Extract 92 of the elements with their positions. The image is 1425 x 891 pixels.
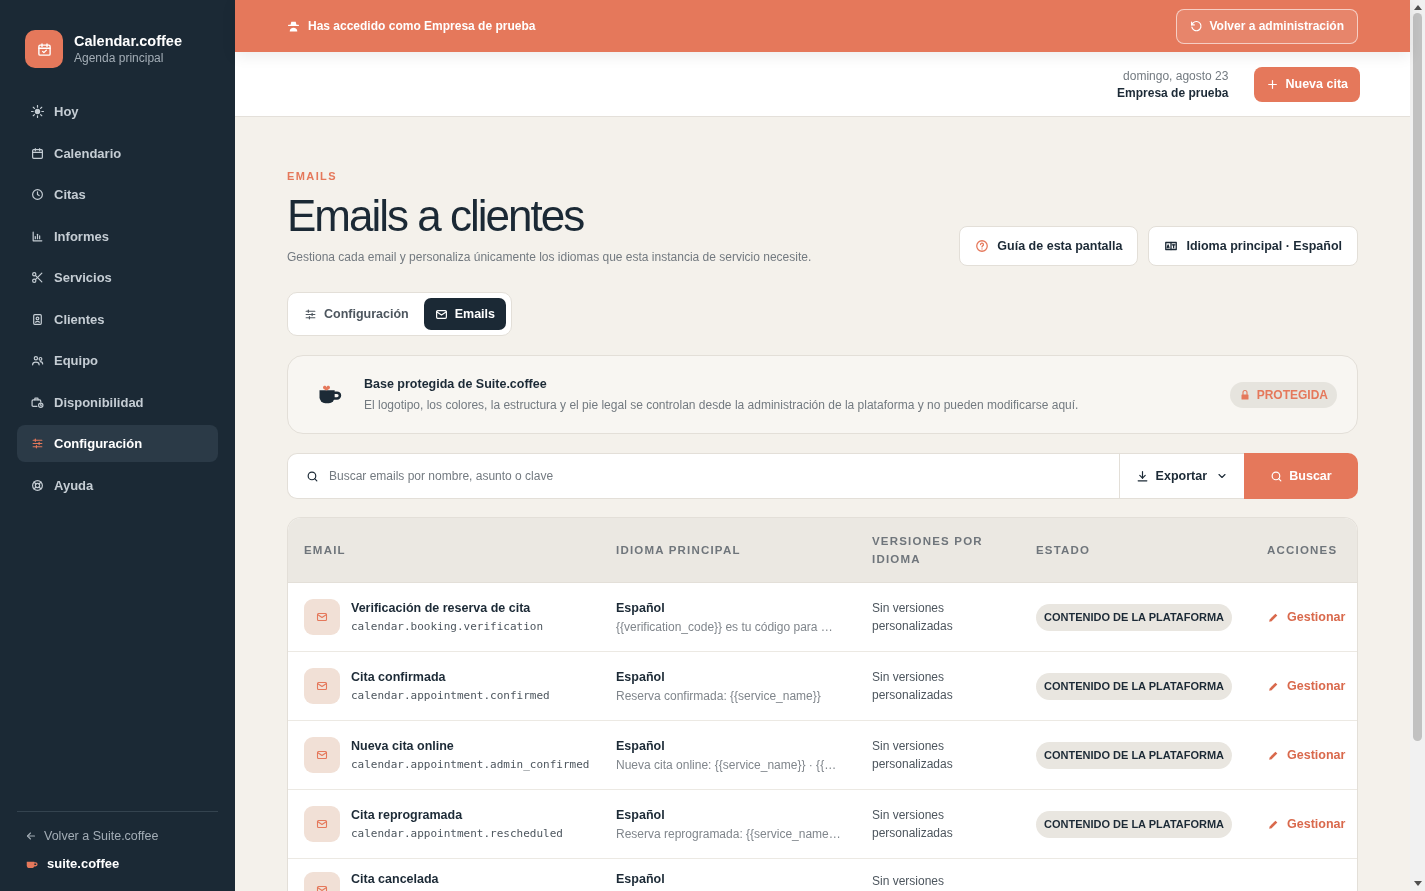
language-name: Español [616, 872, 665, 886]
bar-chart-icon [31, 229, 44, 243]
sidebar-item[interactable]: Hoy [17, 93, 218, 130]
scroll-down-icon [1413, 881, 1422, 886]
status-badge: CONTENIDO DE LA PLATAFORMA [1036, 741, 1233, 769]
versions-text: Sin versiones personalizadas [872, 738, 954, 773]
column-header: ESTADO [1036, 543, 1091, 558]
column-header: IDIOMA PRINCIPAL [616, 543, 741, 558]
header-action-button[interactable]: Idioma principal · Español [1148, 226, 1358, 266]
users-icon [31, 354, 44, 367]
language-name: Español [616, 600, 666, 615]
search-icon [306, 469, 319, 483]
language-name: Español [616, 807, 666, 822]
search-input[interactable]: Buscar emails por nombre, asunto o clave [329, 469, 1119, 483]
email-name: Cita cancelada [351, 872, 439, 886]
sun-icon [31, 105, 44, 118]
status-badge: CONTENIDO DE LA PLATAFORMA [1036, 603, 1233, 631]
current-date: domingo, agosto 23 [1123, 68, 1229, 83]
sidebar-item[interactable]: Servicios [17, 259, 218, 296]
sidebar-item[interactable]: Ayuda [17, 466, 218, 504]
sliders-icon [304, 307, 317, 321]
email-key: calendar.appointment.confirmed [351, 689, 550, 702]
email-name: Nueva cita online [351, 739, 455, 753]
envelope-icon [304, 668, 340, 704]
email-name: Cita reprogramada [351, 808, 464, 822]
sidebar-item[interactable]: Clientes [17, 300, 218, 338]
notice-title: Base protegida de Suite.coffee [364, 377, 548, 391]
envelope-icon [434, 307, 448, 321]
app-name: Calendar.coffee [74, 33, 182, 49]
calendar-icon [31, 146, 44, 160]
section-label: EMAILS [287, 169, 338, 183]
contact-card-icon [31, 312, 44, 326]
language-name: Español [616, 738, 666, 753]
versions-text: Sin versiones [872, 873, 946, 890]
email-key: calendar.appointment.rescheduled [351, 827, 563, 840]
sidebar-item[interactable]: Calendario [17, 134, 218, 172]
briefcase-clock-icon [31, 395, 44, 409]
sidebar-item[interactable]: Disponibilidad [17, 383, 218, 421]
export-button[interactable]: Exportar [1118, 453, 1244, 499]
help-icon [975, 239, 990, 253]
tab[interactable]: Configuración [293, 298, 420, 330]
search-icon [1270, 469, 1284, 483]
app-subtitle: Agenda principal [74, 51, 165, 65]
banner-text: Has accedido como Empresa de prueba [308, 19, 536, 33]
language-icon [1164, 239, 1179, 253]
versions-text: Sin versiones personalizadas [872, 807, 954, 842]
subject-preview: Reserva confirmada: {{service_name}} [616, 688, 821, 703]
sidebar-item[interactable]: Informes [17, 217, 218, 255]
status-badge: CONTENIDO DE LA PLATAFORMA [1036, 810, 1233, 838]
subject-preview: {{verification_code}} es tu código para … [616, 619, 833, 634]
user-hat-icon [287, 19, 300, 33]
clock-icon [31, 188, 44, 201]
email-key: calendar.appointment.admin_confirmed [351, 758, 590, 771]
versions-text: Sin versiones personalizadas [872, 600, 954, 635]
search-field[interactable]: Buscar emails por nombre, asunto o clave [287, 453, 1119, 499]
column-header: VERSIONES POR IDIOMA [872, 534, 984, 567]
page-title: Emails a clientes [287, 191, 585, 241]
scrollbar-thumb[interactable] [1413, 13, 1422, 741]
page-description: Gestiona cada email y personaliza únicamente los idiomas que esta instancia de servicio necesite. [287, 249, 812, 265]
tab[interactable]: Emails [423, 298, 507, 330]
scroll-up-icon [1413, 5, 1422, 10]
email-key: calendar.booking.verification [351, 620, 544, 633]
scrollbar[interactable] [1410, 0, 1425, 891]
language-name: Español [616, 669, 666, 684]
envelope-icon [304, 737, 340, 773]
envelope-icon [304, 806, 340, 842]
undo-icon [1189, 19, 1203, 33]
notice-text: El logotipo, los colores, la estructura y el pie legal se controlan desde la administración de la plataforma y no pueden modificarse aquí. [364, 398, 1080, 412]
versions-text: Sin versiones personalizadas [872, 669, 954, 704]
column-header: EMAIL [304, 543, 346, 558]
sliders-icon [31, 437, 44, 450]
brand-name: suite.coffee [47, 856, 120, 871]
scissors-icon [31, 271, 44, 284]
sidebar-item[interactable]: Citas [17, 176, 218, 213]
back-link[interactable]: Volver a Suite.coffee [25, 829, 210, 843]
company-name: Empresa de prueba [1117, 85, 1229, 100]
status-badge: CONTENIDO DE LA PLATAFORMA [1036, 672, 1233, 700]
protected-badge: PROTEGIDA [1229, 381, 1337, 408]
subject-preview: Nueva cita online: {{service_name}} · {{… [616, 757, 837, 772]
column-header: ACCIONES [1267, 543, 1338, 558]
download-icon [1135, 469, 1149, 483]
sidebar-item[interactable]: Configuración [17, 425, 218, 462]
header-action-button[interactable]: Guía de esta pantalla [959, 226, 1139, 266]
email-name: Cita confirmada [351, 670, 447, 684]
sidebar-item[interactable]: Equipo [17, 342, 218, 379]
subject-preview: Reserva reprogramada: {{service_name… [616, 826, 841, 841]
calendar-check-logo-icon [25, 30, 63, 68]
arrow-left-icon [25, 830, 37, 842]
plus-icon [1266, 77, 1280, 91]
lifebuoy-icon [31, 478, 44, 492]
email-name: Verificación de reserva de cita [351, 601, 532, 615]
envelope-icon [304, 599, 340, 635]
